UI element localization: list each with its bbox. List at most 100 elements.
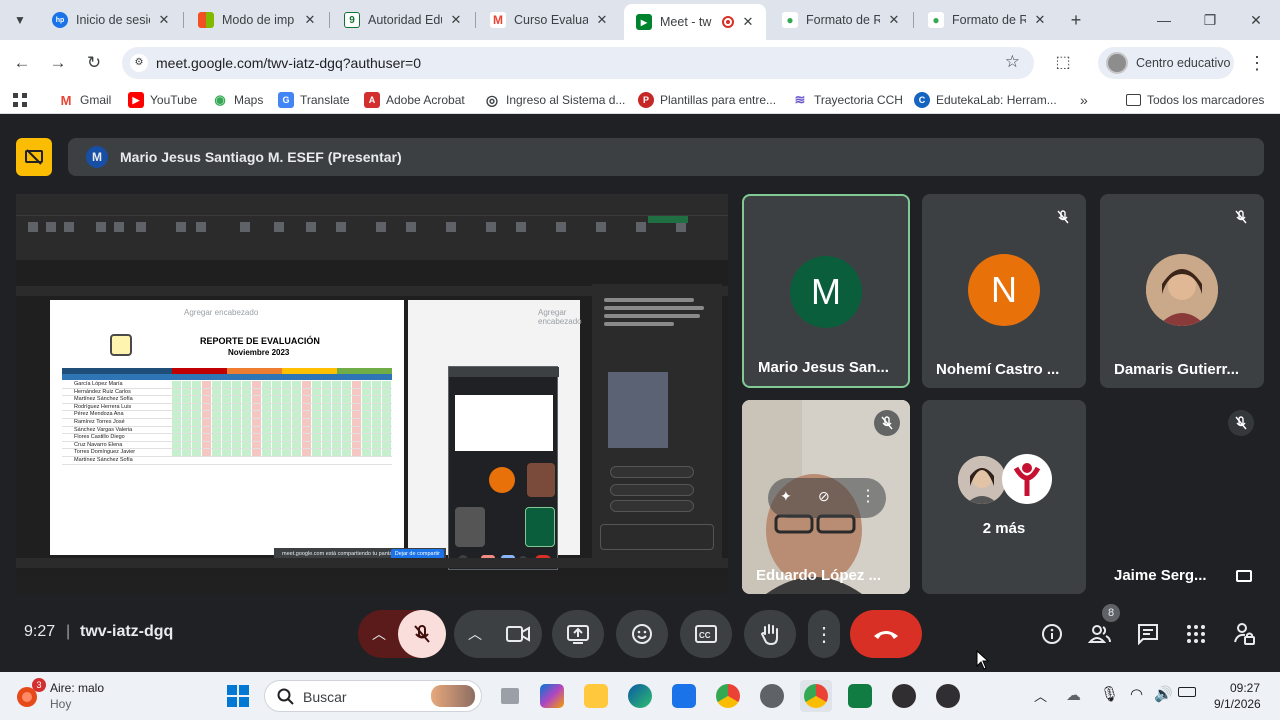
close-tab-icon[interactable]: ✕ xyxy=(156,12,172,28)
camera-toggle-button[interactable] xyxy=(494,610,542,658)
chat-button[interactable] xyxy=(1128,614,1168,654)
all-bookmarks-button[interactable]: Todos los marcadores xyxy=(1126,91,1264,109)
taskbar-settings[interactable] xyxy=(756,680,788,712)
bookmark-edutekalab[interactable]: C EdutekaLab: Herram... xyxy=(914,91,1057,109)
participant-tile-eduardo[interactable]: ✦ ⊘ ⋮ Eduardo López ... xyxy=(742,400,910,594)
browser-tab-meet-active[interactable]: ▶ Meet - tw ✕ xyxy=(624,4,766,40)
extensions-icon[interactable]: ⬚ xyxy=(1050,49,1076,77)
participant-tile-jaime[interactable]: Jaime Serg... xyxy=(1100,400,1264,594)
weather-widget[interactable]: 3 xyxy=(12,678,48,712)
reactions-button[interactable] xyxy=(616,610,668,658)
browser-tab-6[interactable]: ● Formato de R ✕ xyxy=(770,6,912,34)
pin-icon[interactable]: ✦ xyxy=(780,488,792,505)
browser-tab-2[interactable]: Modo de imp ✕ xyxy=(186,6,328,34)
reload-button[interactable]: ↻ xyxy=(80,49,108,77)
copilot-pane xyxy=(592,284,722,564)
close-tab-icon[interactable]: ✕ xyxy=(1032,12,1048,28)
taskbar-date[interactable]: 9/1/2026 xyxy=(1214,697,1261,711)
start-button[interactable] xyxy=(222,680,254,712)
taskbar-obs[interactable] xyxy=(888,680,920,712)
mic-toggle-button[interactable] xyxy=(398,610,446,658)
task-view-button[interactable] xyxy=(494,680,526,712)
participant-tile-more[interactable]: 2 más xyxy=(922,400,1086,594)
profile-button[interactable]: Centro educativo xyxy=(1098,47,1234,79)
taskbar-time[interactable]: 09:27 xyxy=(1230,681,1260,695)
taskbar-chrome-active[interactable] xyxy=(800,680,832,712)
taskbar-store[interactable] xyxy=(668,680,700,712)
leave-call-button[interactable] xyxy=(850,610,922,658)
people-button[interactable]: 8 xyxy=(1080,604,1120,654)
browser-tab-7[interactable]: ● Formato de R ✕ xyxy=(916,6,1058,34)
close-window-button[interactable]: ✕ xyxy=(1236,6,1276,34)
restore-button[interactable]: ❐ xyxy=(1190,6,1230,34)
onedrive-cloud-icon[interactable]: ☁ xyxy=(1066,686,1081,704)
taskbar-obs-2[interactable] xyxy=(932,680,964,712)
microphone-icon[interactable]: 🎙 xyxy=(1100,685,1119,703)
activities-button[interactable] xyxy=(1176,614,1216,654)
tab-search-button[interactable]: ▼ xyxy=(8,8,32,32)
bookmark-ingreso[interactable]: ◎ Ingreso al Sistema d... xyxy=(484,91,626,109)
apps-grid-icon[interactable] xyxy=(12,91,28,109)
close-tab-icon[interactable]: ✕ xyxy=(594,12,610,28)
grade-cell xyxy=(302,381,311,388)
more-options-icon[interactable]: ⋮ xyxy=(860,486,876,506)
more-options-button[interactable]: ⋮ xyxy=(808,610,840,658)
participant-tile-mario[interactable]: M Mario Jesus San... xyxy=(742,194,910,388)
video-options-chevron-icon[interactable]: ︿ xyxy=(468,624,482,644)
new-tab-button[interactable]: + xyxy=(1064,8,1088,32)
close-tab-icon[interactable]: ✕ xyxy=(886,12,902,28)
close-tab-icon[interactable]: ✕ xyxy=(302,12,318,28)
host-controls-button[interactable] xyxy=(1224,614,1264,654)
pinterest-icon: P xyxy=(638,92,654,108)
raise-hand-button[interactable] xyxy=(744,610,796,658)
taskbar-m365[interactable] xyxy=(536,680,568,712)
audio-options-chevron-icon[interactable]: ︿ xyxy=(372,624,386,644)
more-bookmarks-chevron-icon[interactable]: » xyxy=(1080,91,1088,109)
browser-tab-3[interactable]: 9 Autoridad Edu ✕ xyxy=(332,6,474,34)
tab-divider xyxy=(183,12,184,28)
close-tab-icon[interactable]: ✕ xyxy=(740,14,756,30)
taskbar-file-explorer[interactable] xyxy=(580,680,612,712)
battery-icon[interactable] xyxy=(1178,687,1196,697)
stop-presenting-button[interactable] xyxy=(16,138,52,176)
bookmark-plantillas[interactable]: P Plantillas para entre... xyxy=(638,91,776,109)
grade-cell xyxy=(362,396,371,403)
picture-in-picture-icon[interactable] xyxy=(1236,570,1252,582)
show-hidden-icons-chevron-icon[interactable]: ︿ xyxy=(1034,686,1047,705)
chrome-menu-icon[interactable]: ⋮ xyxy=(1246,49,1268,77)
participant-tile-nohemi[interactable]: N Nohemí Castro ... xyxy=(922,194,1086,388)
bookmark-translate[interactable]: G Translate xyxy=(278,91,350,109)
present-button[interactable] xyxy=(552,610,604,658)
mute-participant-icon[interactable]: ⊘ xyxy=(818,488,830,505)
browser-tab-1[interactable]: hp Inicio de sesió ✕ xyxy=(40,6,182,34)
participant-tile-damaris[interactable]: Damaris Gutierr... xyxy=(1100,194,1264,388)
bookmark-gmail[interactable]: M Gmail xyxy=(58,91,112,109)
taskbar-chrome[interactable] xyxy=(712,680,744,712)
taskbar-edge[interactable] xyxy=(624,680,656,712)
captions-button[interactable]: CC xyxy=(680,610,732,658)
grade-cell xyxy=(362,449,371,456)
grades-table: García López María Hernández Ruiz Carlos M… xyxy=(62,368,392,465)
back-button[interactable]: ← xyxy=(8,49,36,77)
bookmark-youtube[interactable]: ▶ YouTube xyxy=(128,91,197,109)
taskbar-excel[interactable] xyxy=(844,680,876,712)
wifi-icon[interactable]: ◠ xyxy=(1130,685,1143,703)
taskbar-search[interactable]: Buscar xyxy=(264,680,482,712)
formula-bar xyxy=(16,260,728,270)
site-info-icon[interactable]: ⚙ xyxy=(130,54,148,72)
bookmark-star-icon[interactable]: ☆ xyxy=(1005,52,1020,72)
tile-hover-controls[interactable]: ✦ ⊘ ⋮ xyxy=(768,478,886,518)
minimize-button[interactable]: — xyxy=(1144,6,1184,34)
bookmark-maps[interactable]: ◉ Maps xyxy=(212,91,263,109)
bookmark-adobe-acrobat[interactable]: A Adobe Acrobat xyxy=(364,91,465,109)
browser-tab-4[interactable]: M Curso Evaluaci ✕ xyxy=(478,6,620,34)
forward-button[interactable]: → xyxy=(44,49,72,77)
grade-cell xyxy=(232,411,241,418)
grade-cell xyxy=(372,388,381,396)
meeting-details-button[interactable] xyxy=(1032,614,1072,654)
close-tab-icon[interactable]: ✕ xyxy=(448,12,464,28)
sheet-tabs xyxy=(16,558,728,568)
bookmark-trayectoria[interactable]: ≋ Trayectoria CCH xyxy=(792,91,903,109)
volume-icon[interactable]: 🔊 xyxy=(1154,685,1173,703)
address-bar[interactable]: ⚙ meet.google.com/twv-iatz-dgq?authuser=… xyxy=(122,47,1034,79)
